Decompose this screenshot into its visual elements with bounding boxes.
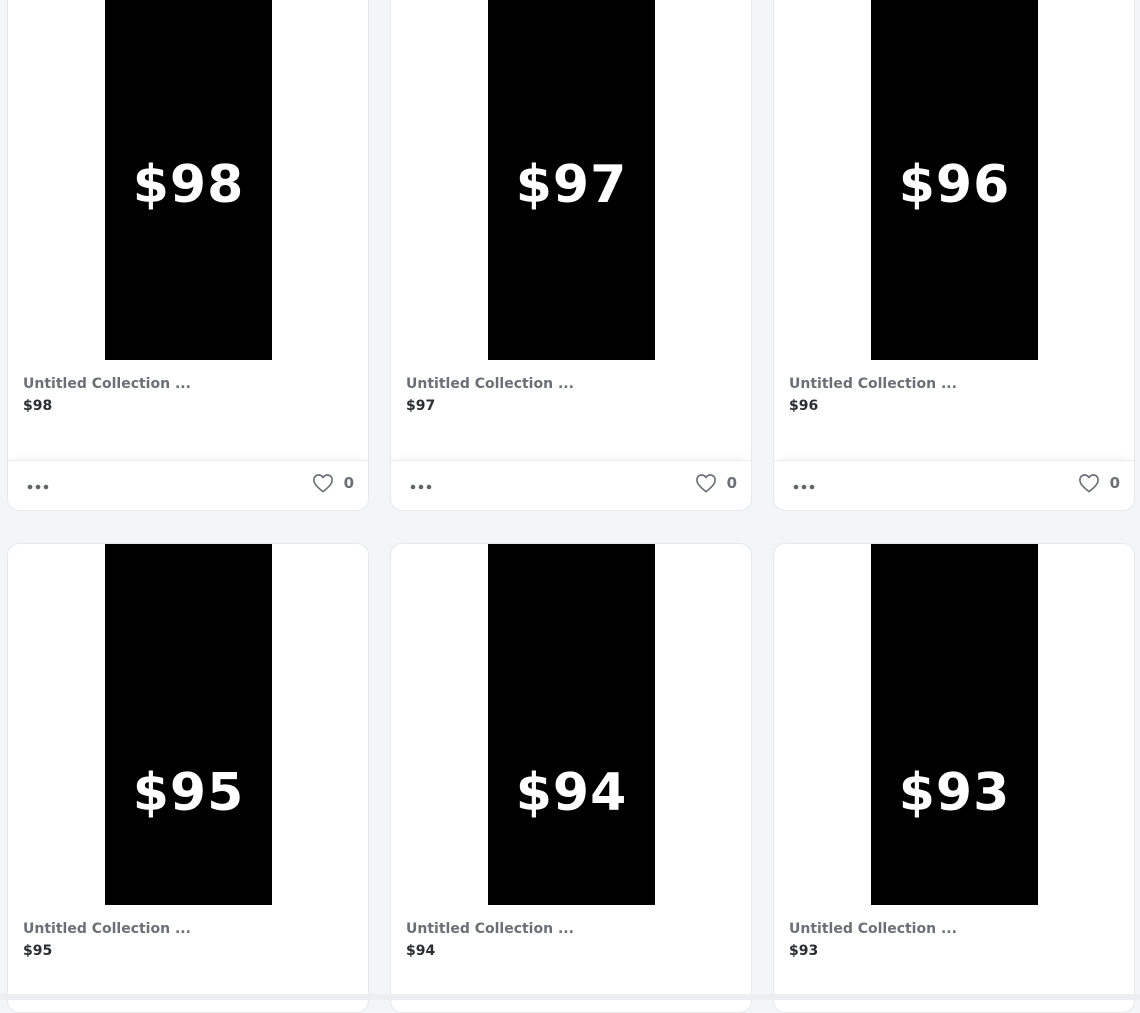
collection-card[interactable]: $94 Untitled Collection ... $94 [390,543,752,1013]
more-options-button[interactable] [409,475,433,499]
heart-icon [1078,474,1099,493]
more-options-button[interactable] [792,475,816,499]
card-footer: 0 [8,460,368,510]
like-count: 0 [343,474,354,492]
collection-card[interactable]: $98 Untitled Collection ... $98 0 [7,0,369,511]
like-button[interactable]: 0 [695,473,737,493]
thumbnail-price-label: $93 [898,762,1011,823]
thumbnail-price-label: $94 [515,762,628,823]
collection-grid: $98 Untitled Collection ... $98 0 $97 Un… [0,0,1140,1013]
card-title[interactable]: Untitled Collection ... [23,921,191,937]
card-thumbnail[interactable]: $97 [488,0,655,360]
thumbnail-price-label: $95 [132,762,245,823]
card-thumbnail[interactable]: $96 [871,0,1038,360]
thumbnail-price-label: $97 [515,154,628,215]
card-thumbnail[interactable]: $95 [105,544,272,905]
card-title[interactable]: Untitled Collection ... [406,921,574,937]
card-title[interactable]: Untitled Collection ... [789,376,957,392]
collection-card[interactable]: $93 Untitled Collection ... $93 [773,543,1135,1013]
card-footer: 0 [774,460,1134,510]
card-price: $97 [406,398,436,414]
heart-icon [695,474,716,493]
card-thumbnail[interactable]: $98 [105,0,272,360]
card-price: $98 [23,398,53,414]
like-count: 0 [726,474,737,492]
card-thumbnail[interactable]: $94 [488,544,655,905]
like-button[interactable]: 0 [1078,473,1120,493]
more-horizontal-icon [410,484,432,490]
collection-card[interactable]: $95 Untitled Collection ... $95 [7,543,369,1013]
collection-card[interactable]: $96 Untitled Collection ... $96 0 [773,0,1135,511]
card-title[interactable]: Untitled Collection ... [23,376,191,392]
heart-icon [312,474,333,493]
card-thumbnail[interactable]: $93 [871,544,1038,905]
thumbnail-price-label: $96 [898,154,1011,215]
card-footer: 0 [391,460,751,510]
like-button[interactable]: 0 [312,473,354,493]
thumbnail-price-label: $98 [132,154,245,215]
card-price: $96 [789,398,819,414]
card-title[interactable]: Untitled Collection ... [406,376,574,392]
more-horizontal-icon [27,484,49,490]
bottom-divider [0,994,1140,1000]
card-price: $93 [789,943,819,959]
collection-card[interactable]: $97 Untitled Collection ... $97 0 [390,0,752,511]
card-title[interactable]: Untitled Collection ... [789,921,957,937]
card-price: $94 [406,943,436,959]
more-horizontal-icon [793,484,815,490]
like-count: 0 [1109,474,1120,492]
card-price: $95 [23,943,53,959]
more-options-button[interactable] [26,475,50,499]
